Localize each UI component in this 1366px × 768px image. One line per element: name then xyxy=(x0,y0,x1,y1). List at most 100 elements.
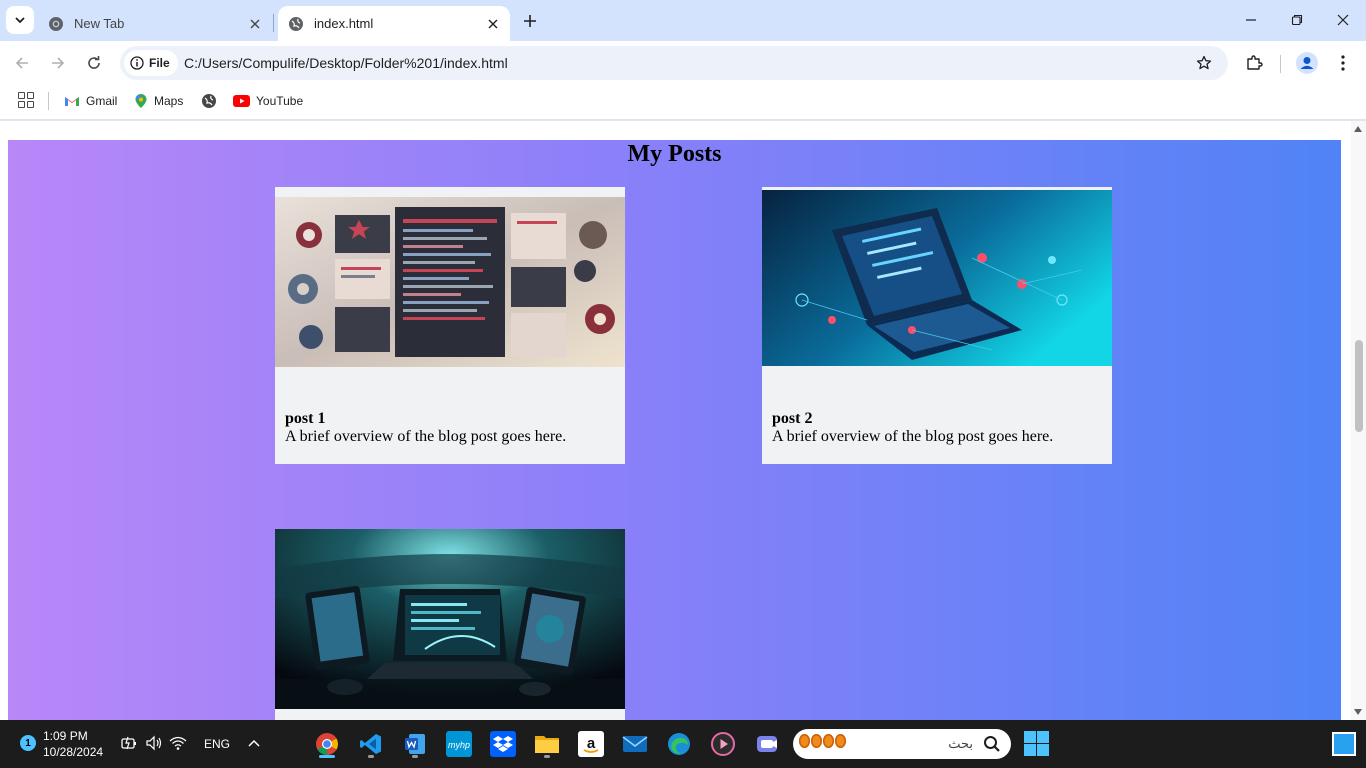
language-indicator[interactable]: ENG xyxy=(204,737,230,751)
apps-grid-icon[interactable] xyxy=(18,92,34,108)
bookmark-globe[interactable] xyxy=(201,90,217,112)
tab-strip: New Tab index.html xyxy=(0,0,1366,41)
clock[interactable]: 1:09 PM 10/28/2024 xyxy=(43,728,103,760)
more-vert-icon xyxy=(1341,55,1345,71)
chrome-icon[interactable] xyxy=(311,728,343,760)
toolbar: File C:/Users/Compulife/Desktop/Folder%2… xyxy=(0,41,1366,85)
scroll-down-arrow-icon[interactable] xyxy=(1354,709,1362,715)
mail-icon[interactable] xyxy=(619,728,651,760)
page-title: My Posts xyxy=(627,141,722,167)
post-card[interactable]: post 1 A brief overview of the blog post… xyxy=(275,187,625,464)
media-player-icon[interactable] xyxy=(707,728,739,760)
avatar-icon xyxy=(1296,52,1318,74)
site-info-chip[interactable]: File xyxy=(124,50,178,76)
search-placeholder: بحث xyxy=(948,736,973,751)
svg-text:myhp: myhp xyxy=(448,740,470,750)
reload-button[interactable] xyxy=(80,49,108,77)
clock-date: 10/28/2024 xyxy=(43,745,104,759)
site-chip-label: File xyxy=(149,56,170,70)
post-card[interactable]: post 2 A brief overview of the blog post… xyxy=(762,187,1112,464)
reload-icon xyxy=(88,56,100,69)
wifi-icon[interactable] xyxy=(169,734,187,752)
bookmark-gmail[interactable]: Gmail xyxy=(64,90,117,112)
volume-icon[interactable] xyxy=(145,734,163,752)
chrome-icon xyxy=(48,16,64,32)
clock-time: 1:09 PM xyxy=(43,729,88,743)
post-description: A brief overview of the blog post goes h… xyxy=(285,428,567,445)
close-window-button[interactable] xyxy=(1320,6,1366,34)
forward-button[interactable] xyxy=(44,49,72,77)
bookmark-maps[interactable]: Maps xyxy=(134,90,183,112)
bookmark-label: Gmail xyxy=(86,94,118,108)
bookmark-youtube[interactable]: YouTube xyxy=(233,90,303,112)
scrollbar-thumb[interactable] xyxy=(1355,340,1363,432)
tab-search-button[interactable] xyxy=(6,6,34,34)
bookmark-star-button[interactable] xyxy=(1192,51,1216,75)
word-icon[interactable] xyxy=(399,728,431,760)
chevron-up-icon[interactable] xyxy=(245,734,263,752)
url-text[interactable]: C:/Users/Compulife/Desktop/Folder%201/in… xyxy=(184,55,508,71)
tab-title: New Tab xyxy=(74,16,125,31)
profile-button[interactable] xyxy=(1293,49,1321,77)
edge-icon[interactable] xyxy=(663,728,695,760)
amazon-icon[interactable]: a xyxy=(575,728,607,760)
maps-icon xyxy=(135,94,147,108)
puzzle-icon xyxy=(1247,55,1263,70)
info-icon xyxy=(130,56,144,70)
myhp-icon[interactable]: myhp xyxy=(443,728,475,760)
post-description: A brief overview of the blog post goes h… xyxy=(772,428,1054,445)
blue-laptop-image xyxy=(762,190,1112,366)
scroll-up-arrow-icon[interactable] xyxy=(1354,126,1362,132)
show-desktop-icon[interactable] xyxy=(1332,732,1356,756)
file-explorer-icon[interactable] xyxy=(531,728,563,760)
close-icon[interactable] xyxy=(483,14,503,34)
tab-title: index.html xyxy=(314,16,374,31)
bookmark-label: YouTube xyxy=(256,94,304,108)
svg-text:a: a xyxy=(587,735,596,752)
close-icon xyxy=(1337,14,1349,26)
plus-icon xyxy=(524,15,536,27)
post-title: post 2 xyxy=(772,410,813,427)
coding-collage-image xyxy=(275,197,625,367)
vertical-scrollbar[interactable] xyxy=(1351,121,1366,720)
start-button[interactable] xyxy=(1024,731,1049,756)
dark-laptop-devices-image xyxy=(275,529,625,709)
globe-icon xyxy=(202,94,216,108)
new-tab-button[interactable] xyxy=(518,9,542,33)
bookmarks-bar: Gmail Maps YouTube xyxy=(0,85,1366,120)
globe-icon xyxy=(288,16,304,32)
tab-separator xyxy=(273,14,274,32)
tab-new-tab[interactable]: New Tab xyxy=(38,6,272,41)
power-icon[interactable] xyxy=(120,734,138,752)
restore-icon xyxy=(1291,14,1303,26)
back-button[interactable] xyxy=(8,49,36,77)
extensions-button[interactable] xyxy=(1240,49,1268,77)
minimize-button[interactable] xyxy=(1228,6,1274,34)
back-arrow-icon xyxy=(15,57,28,69)
restore-button[interactable] xyxy=(1274,6,1320,34)
chevron-down-icon xyxy=(15,17,25,24)
page-viewport[interactable]: My Posts post 1 A brief overview of the … xyxy=(0,121,1366,720)
youtube-icon xyxy=(233,95,250,107)
close-icon[interactable] xyxy=(245,14,265,34)
star-icon xyxy=(1196,55,1212,70)
notification-badge[interactable]: 1 xyxy=(20,735,36,751)
post-card[interactable] xyxy=(275,529,625,720)
bookmarks-separator xyxy=(48,92,49,110)
teams-icon[interactable] xyxy=(751,728,783,760)
address-bar[interactable]: File C:/Users/Compulife/Desktop/Folder%2… xyxy=(120,46,1228,80)
dropbox-icon[interactable] xyxy=(487,728,519,760)
post-title: post 1 xyxy=(285,410,326,427)
menu-button[interactable] xyxy=(1329,49,1357,77)
taskbar: 1 1:09 PM 10/28/2024 ENG myhp a بحث xyxy=(0,720,1366,768)
minimize-icon xyxy=(1246,19,1256,21)
forward-arrow-icon xyxy=(52,57,65,69)
search-icon xyxy=(984,736,1000,752)
tab-index-html[interactable]: index.html xyxy=(278,6,510,41)
gmail-icon xyxy=(65,97,79,106)
taskbar-search[interactable]: بحث xyxy=(793,729,1011,759)
pumpkin-icon xyxy=(799,734,846,748)
posts-section: My Posts post 1 A brief overview of the … xyxy=(8,140,1341,720)
toolbar-divider xyxy=(1280,55,1281,73)
vscode-icon[interactable] xyxy=(355,728,387,760)
